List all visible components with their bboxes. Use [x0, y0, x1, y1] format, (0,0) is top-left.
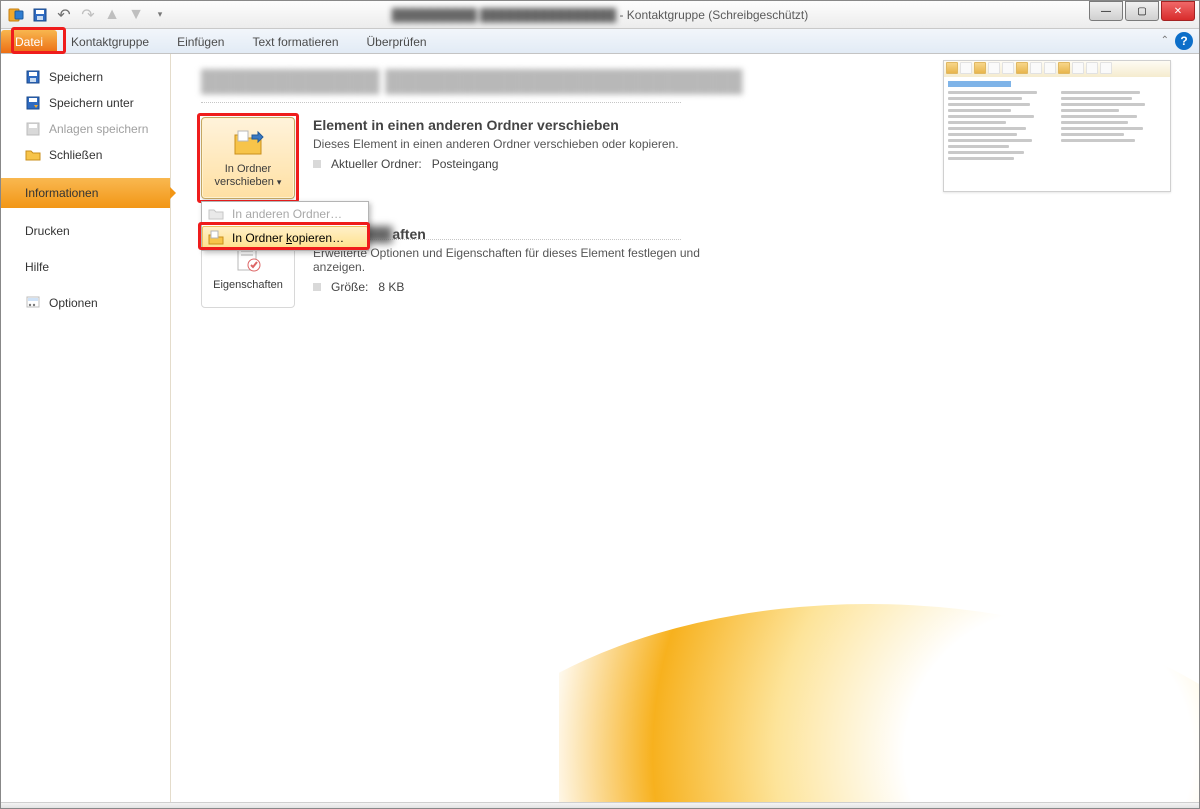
- tab-ueberpruefen[interactable]: Überprüfen: [353, 30, 441, 53]
- save-as-icon: [25, 95, 41, 111]
- move-desc: Dieses Element in einen anderen Ordner v…: [313, 137, 679, 151]
- nav-label: Schließen: [49, 148, 102, 162]
- folder-move-icon: [232, 127, 264, 159]
- menu-other-folder: In anderen Ordner…: [202, 202, 368, 226]
- redo-icon[interactable]: ↷: [77, 5, 99, 25]
- folder-other-icon: [208, 206, 224, 222]
- minimize-button[interactable]: —: [1089, 1, 1123, 21]
- current-folder-row: Aktueller Ordner: Posteingang: [313, 157, 679, 171]
- size-row: Größe: 8 KB: [313, 280, 733, 294]
- move-to-folder-button[interactable]: In Ordner verschieben ▾: [201, 117, 295, 199]
- ribbon-tabs: Datei Kontaktgruppe Einfügen Text format…: [1, 29, 1199, 54]
- size-value: 8 KB: [378, 280, 404, 294]
- nav-label: Hilfe: [25, 260, 49, 274]
- bullet-icon: [313, 160, 321, 168]
- divider: [201, 102, 681, 103]
- move-dropdown: In anderen Ordner… In Ordner kopieren…: [201, 201, 369, 251]
- previous-icon[interactable]: ▲: [101, 5, 123, 25]
- maximize-button[interactable]: ▢: [1125, 1, 1159, 21]
- tab-kontaktgruppe[interactable]: Kontaktgruppe: [57, 30, 163, 53]
- folder-value: Posteingang: [432, 157, 499, 171]
- nav-schliessen[interactable]: Schließen: [1, 142, 170, 168]
- move-section-body: Element in einen anderen Ordner verschie…: [313, 117, 679, 171]
- save-icon[interactable]: [29, 5, 51, 25]
- folder-copy-icon: [208, 230, 224, 246]
- qat-customize-icon[interactable]: ▾: [149, 5, 171, 25]
- save-icon: [25, 69, 41, 85]
- tab-datei[interactable]: Datei: [1, 30, 57, 53]
- ribbon-collapse-icon[interactable]: ⌃: [1161, 35, 1169, 46]
- nav-informationen[interactable]: Informationen: [1, 178, 170, 208]
- quick-access-toolbar: ↶ ↷ ▲ ▼ ▾: [1, 5, 171, 25]
- nav-label: Anlagen speichern: [49, 122, 148, 136]
- menu-copy-to-folder[interactable]: In Ordner kopieren…: [202, 226, 368, 250]
- nav-anlagen-speichern: Anlagen speichern: [1, 116, 170, 142]
- status-bar: [1, 802, 1199, 808]
- backstage-content: ████████████ ████████████████████████ In…: [171, 54, 1199, 804]
- nav-label: Drucken: [25, 224, 70, 238]
- move-button-label: In Ordner verschieben ▾: [215, 163, 282, 188]
- help-icon[interactable]: ?: [1175, 32, 1193, 50]
- folder-label: Aktueller Ordner:: [331, 157, 422, 171]
- outlook-icon[interactable]: [5, 5, 27, 25]
- nav-label: Speichern unter: [49, 96, 134, 110]
- properties-button-label: Eigenschaften: [213, 279, 283, 292]
- tab-einfuegen[interactable]: Einfügen: [163, 30, 238, 53]
- nav-speichern-unter[interactable]: Speichern unter: [1, 90, 170, 116]
- undo-icon[interactable]: ↶: [53, 5, 75, 25]
- move-heading: Element in einen anderen Ordner verschie…: [313, 117, 679, 133]
- props-section-body: ████████aften Erweiterte Optionen und Ei…: [313, 226, 733, 294]
- menu-label: In Ordner kopieren…: [232, 231, 344, 245]
- item-preview-thumbnail: [943, 60, 1171, 192]
- props-heading: ████████aften: [313, 226, 733, 242]
- preview-toolbar: [944, 61, 1170, 77]
- tab-textformatieren[interactable]: Text formatieren: [238, 30, 352, 53]
- next-icon[interactable]: ▼: [125, 5, 147, 25]
- nav-speichern[interactable]: Speichern: [1, 64, 170, 90]
- nav-hilfe[interactable]: Hilfe: [1, 254, 170, 280]
- window-title: ██████████ ████████████████ - Kontaktgru…: [1, 8, 1199, 22]
- window-controls: — ▢ ✕: [1089, 1, 1195, 21]
- bullet-icon: [313, 283, 321, 291]
- size-label: Größe:: [331, 280, 368, 294]
- nav-optionen[interactable]: Optionen: [1, 290, 170, 316]
- nav-label: Optionen: [49, 296, 98, 310]
- folder-close-icon: [25, 147, 41, 163]
- nav-drucken[interactable]: Drucken: [1, 218, 170, 244]
- attachment-save-icon: [25, 121, 41, 137]
- props-desc: Erweiterte Optionen und Eigenschaften fü…: [313, 246, 733, 274]
- menu-label: In anderen Ordner…: [232, 207, 342, 221]
- backstage-view: Speichern Speichern unter Anlagen speich…: [1, 54, 1199, 804]
- close-button[interactable]: ✕: [1161, 1, 1195, 21]
- title-bar: ↶ ↷ ▲ ▼ ▾ ██████████ ████████████████ - …: [1, 1, 1199, 29]
- backstage-left-nav: Speichern Speichern unter Anlagen speich…: [1, 54, 171, 804]
- nav-label: Speichern: [49, 70, 103, 84]
- decorative-swoosh: [559, 564, 1199, 804]
- nav-label: Informationen: [25, 186, 98, 200]
- options-icon: [25, 295, 41, 311]
